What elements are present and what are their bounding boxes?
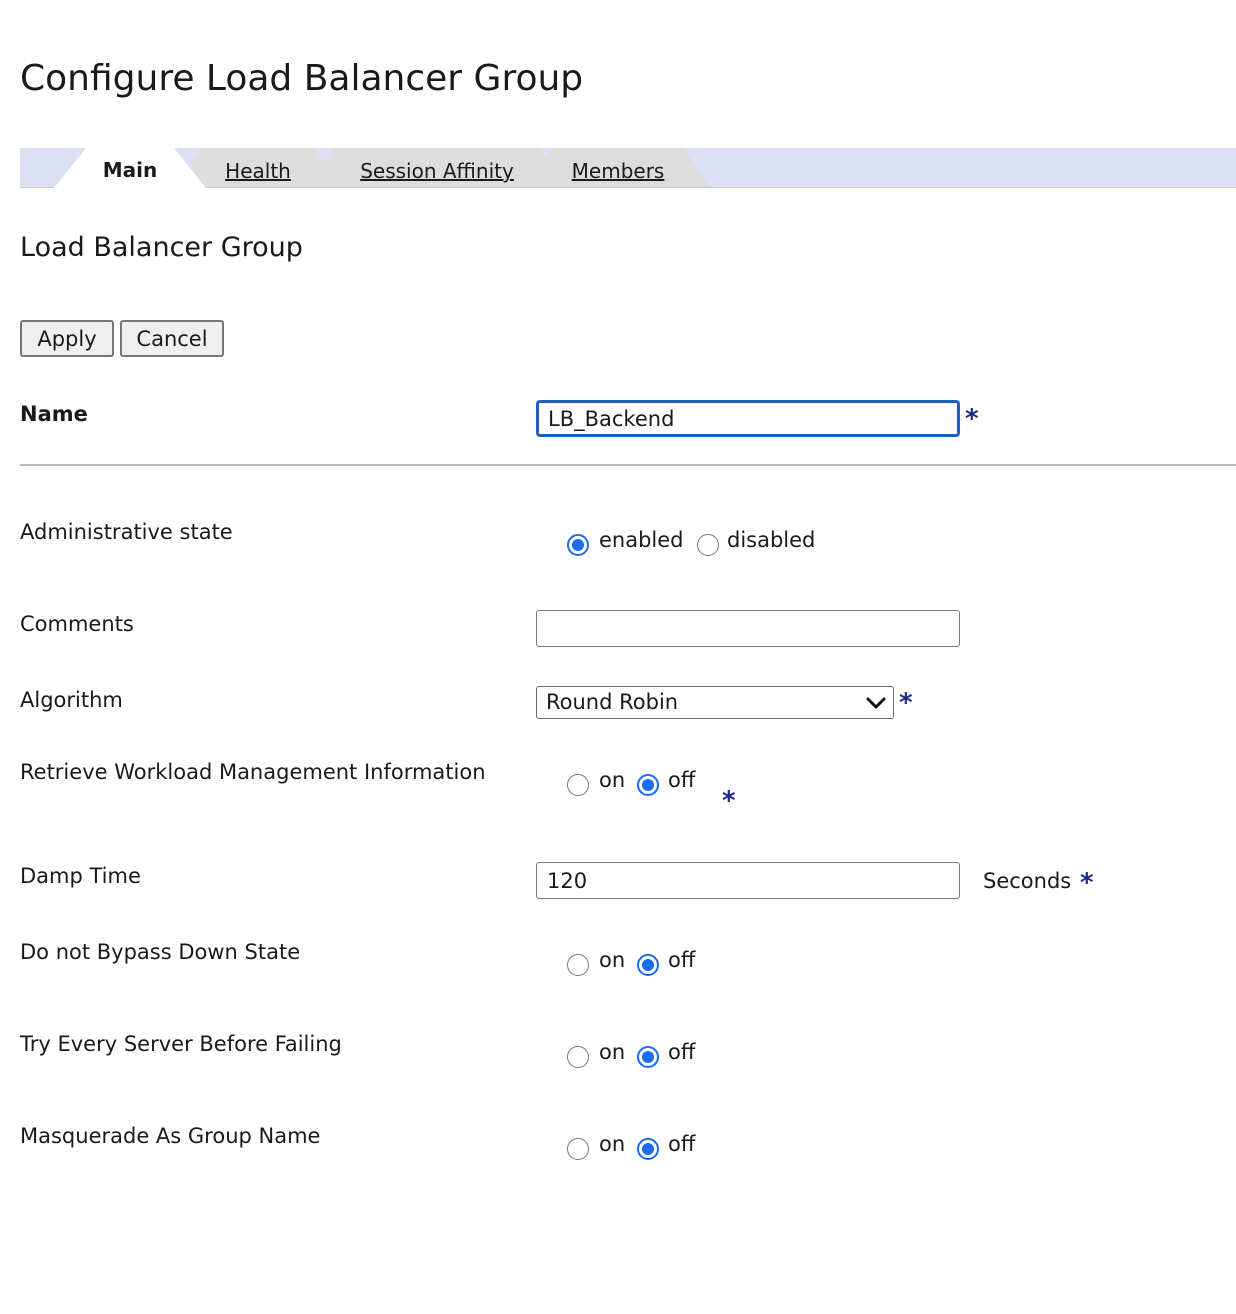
retrieve-wlm-off-label: off: [668, 768, 696, 792]
masquerade-on-radio[interactable]: [567, 1138, 589, 1160]
apply-button[interactable]: Apply: [20, 320, 114, 357]
cancel-button[interactable]: Cancel: [120, 320, 224, 357]
no-bypass-down-label: Do not Bypass Down State: [20, 940, 301, 964]
retrieve-wlm-label: Retrieve Workload Management Information: [20, 760, 486, 784]
try-every-server-on-label: on: [599, 1040, 626, 1064]
required-marker: *: [1080, 868, 1094, 898]
no-bypass-down-on-radio[interactable]: [567, 954, 589, 976]
algorithm-select-value: Round Robin: [546, 690, 679, 714]
no-bypass-down-off-label: off: [668, 948, 696, 972]
try-every-server-off-radio[interactable]: [637, 1046, 659, 1068]
admin-state-enabled-label: enabled: [599, 528, 684, 552]
no-bypass-down-off-radio[interactable]: [637, 954, 659, 976]
required-marker: *: [722, 786, 736, 816]
damp-time-input[interactable]: [536, 862, 960, 899]
admin-state-enabled-radio[interactable]: [567, 534, 589, 556]
tab-session-affinity[interactable]: Session Affinity: [308, 148, 566, 187]
damp-time-label: Damp Time: [20, 864, 141, 888]
masquerade-label: Masquerade As Group Name: [20, 1124, 321, 1148]
masquerade-on-label: on: [599, 1132, 626, 1156]
required-marker: *: [899, 688, 913, 718]
comments-input[interactable]: [536, 610, 960, 647]
name-input[interactable]: [536, 400, 960, 437]
admin-state-label: Administrative state: [20, 520, 233, 544]
tab-bar: Members Session Affinity Health Main: [20, 148, 1236, 188]
divider: [20, 464, 1236, 466]
page-title: Configure Load Balancer Group: [20, 58, 584, 99]
tab-main[interactable]: Main: [54, 148, 206, 188]
algorithm-label: Algorithm: [20, 688, 123, 712]
tab-health[interactable]: Health: [176, 148, 340, 187]
retrieve-wlm-off-radio[interactable]: [637, 774, 659, 796]
try-every-server-on-radio[interactable]: [567, 1046, 589, 1068]
algorithm-select[interactable]: Round Robin: [536, 686, 894, 719]
no-bypass-down-on-label: on: [599, 948, 626, 972]
masquerade-off-label: off: [668, 1132, 696, 1156]
retrieve-wlm-on-label: on: [599, 768, 626, 792]
admin-state-disabled-radio[interactable]: [697, 534, 719, 556]
name-label: Name: [20, 402, 88, 426]
chevron-down-icon: [866, 697, 886, 709]
required-marker: *: [965, 404, 979, 434]
admin-state-disabled-label: disabled: [727, 528, 816, 552]
masquerade-off-radio[interactable]: [637, 1138, 659, 1160]
retrieve-wlm-on-radio[interactable]: [567, 774, 589, 796]
comments-label: Comments: [20, 612, 134, 636]
try-every-server-label: Try Every Server Before Failing: [20, 1032, 342, 1056]
try-every-server-off-label: off: [668, 1040, 696, 1064]
damp-time-unit: Seconds: [983, 869, 1072, 893]
section-title: Load Balancer Group: [20, 232, 303, 263]
